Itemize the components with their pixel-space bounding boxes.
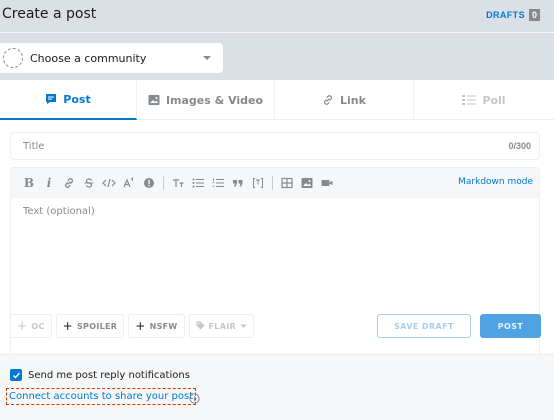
post-button[interactable]: POST — [480, 314, 541, 338]
tab-post[interactable]: Post — [0, 80, 137, 120]
image-icon[interactable] — [297, 173, 317, 193]
spoiler-icon[interactable] — [139, 173, 159, 193]
link-icon — [322, 94, 334, 106]
flair-label: FLAIR — [208, 321, 236, 331]
tab-link[interactable]: Link — [275, 80, 414, 120]
poll-icon — [462, 94, 477, 106]
tab-poll-label: Poll — [482, 93, 506, 107]
superscript-icon[interactable] — [119, 173, 139, 193]
post-tags: + OC + SPOILER + NSFW FLAIR — [10, 314, 254, 338]
toolbar-divider — [272, 176, 273, 190]
oc-tag-label: OC — [31, 321, 45, 331]
tab-poll[interactable]: Poll — [414, 80, 554, 120]
tab-images-video-label: Images & Video — [165, 93, 264, 107]
body-text-input[interactable] — [11, 198, 539, 380]
title-input[interactable] — [11, 133, 481, 159]
bulleted-list-icon[interactable] — [188, 173, 208, 193]
community-avatar-placeholder — [3, 48, 23, 68]
notifications-checkbox[interactable] — [10, 369, 22, 381]
plus-icon: + — [17, 319, 28, 333]
header-divider — [0, 32, 554, 33]
page-title: Create a post — [2, 6, 97, 22]
editor-toolbar: B i Markdown mode — [11, 168, 539, 198]
post-editor-card: Post Images & Video Link Poll 0/300 B — [0, 80, 554, 420]
chevron-down-icon — [203, 56, 211, 60]
video-icon[interactable] — [317, 173, 337, 193]
chevron-down-icon — [240, 322, 247, 331]
info-icon[interactable] — [189, 391, 200, 404]
quote-icon[interactable] — [228, 173, 248, 193]
post-icon — [45, 93, 57, 105]
tab-post-label: Post — [63, 92, 91, 106]
drafts-label: DRAFTS — [486, 10, 525, 20]
spoiler-tag-button[interactable]: + SPOILER — [55, 314, 125, 338]
flair-button[interactable]: FLAIR — [188, 314, 254, 338]
tab-images-video[interactable]: Images & Video — [137, 80, 275, 120]
drafts-button[interactable]: DRAFTS 0 — [486, 9, 540, 21]
community-selector-label: Choose a community — [30, 51, 147, 65]
post-options-footer: Send me post reply notifications Connect… — [0, 354, 554, 420]
community-selector[interactable]: Choose a community — [0, 43, 223, 73]
drafts-count-badge: 0 — [528, 9, 540, 21]
inline-code-icon[interactable] — [99, 173, 119, 193]
tab-link-label: Link — [340, 93, 366, 107]
reply-notifications-option[interactable]: Send me post reply notifications — [10, 369, 190, 381]
connect-accounts-link[interactable]: Connect accounts to share your post — [9, 391, 193, 402]
nsfw-tag-button[interactable]: + NSFW — [128, 314, 185, 338]
oc-tag-button[interactable]: + OC — [10, 314, 52, 338]
title-field: 0/300 — [10, 132, 540, 160]
heading-icon[interactable] — [168, 173, 188, 193]
nsfw-tag-label: NSFW — [149, 321, 178, 331]
save-draft-button[interactable]: SAVE DRAFT — [377, 314, 471, 338]
italic-button[interactable]: i — [39, 173, 59, 193]
connect-accounts-link-box[interactable]: Connect accounts to share your post — [6, 388, 197, 405]
markdown-mode-toggle[interactable]: Markdown mode — [458, 177, 533, 187]
header: Create a post DRAFTS 0 — [0, 0, 554, 32]
title-character-counter: 0/300 — [508, 141, 531, 151]
toolbar-divider — [163, 176, 164, 190]
plus-icon: + — [62, 319, 73, 333]
numbered-list-icon[interactable] — [208, 173, 228, 193]
text-editor: B i Markdown mode Text (optional) — [10, 167, 540, 381]
link-icon[interactable] — [59, 173, 79, 193]
table-icon[interactable] — [277, 173, 297, 193]
bold-button[interactable]: B — [19, 173, 39, 193]
plus-icon: + — [135, 319, 146, 333]
post-type-tabs: Post Images & Video Link Poll — [0, 80, 554, 120]
notifications-label: Send me post reply notifications — [28, 369, 190, 381]
strikethrough-icon[interactable] — [79, 173, 99, 193]
image-icon — [148, 94, 160, 106]
spoiler-tag-label: SPOILER — [77, 321, 118, 331]
tag-icon — [196, 321, 205, 332]
code-block-icon[interactable] — [248, 173, 268, 193]
